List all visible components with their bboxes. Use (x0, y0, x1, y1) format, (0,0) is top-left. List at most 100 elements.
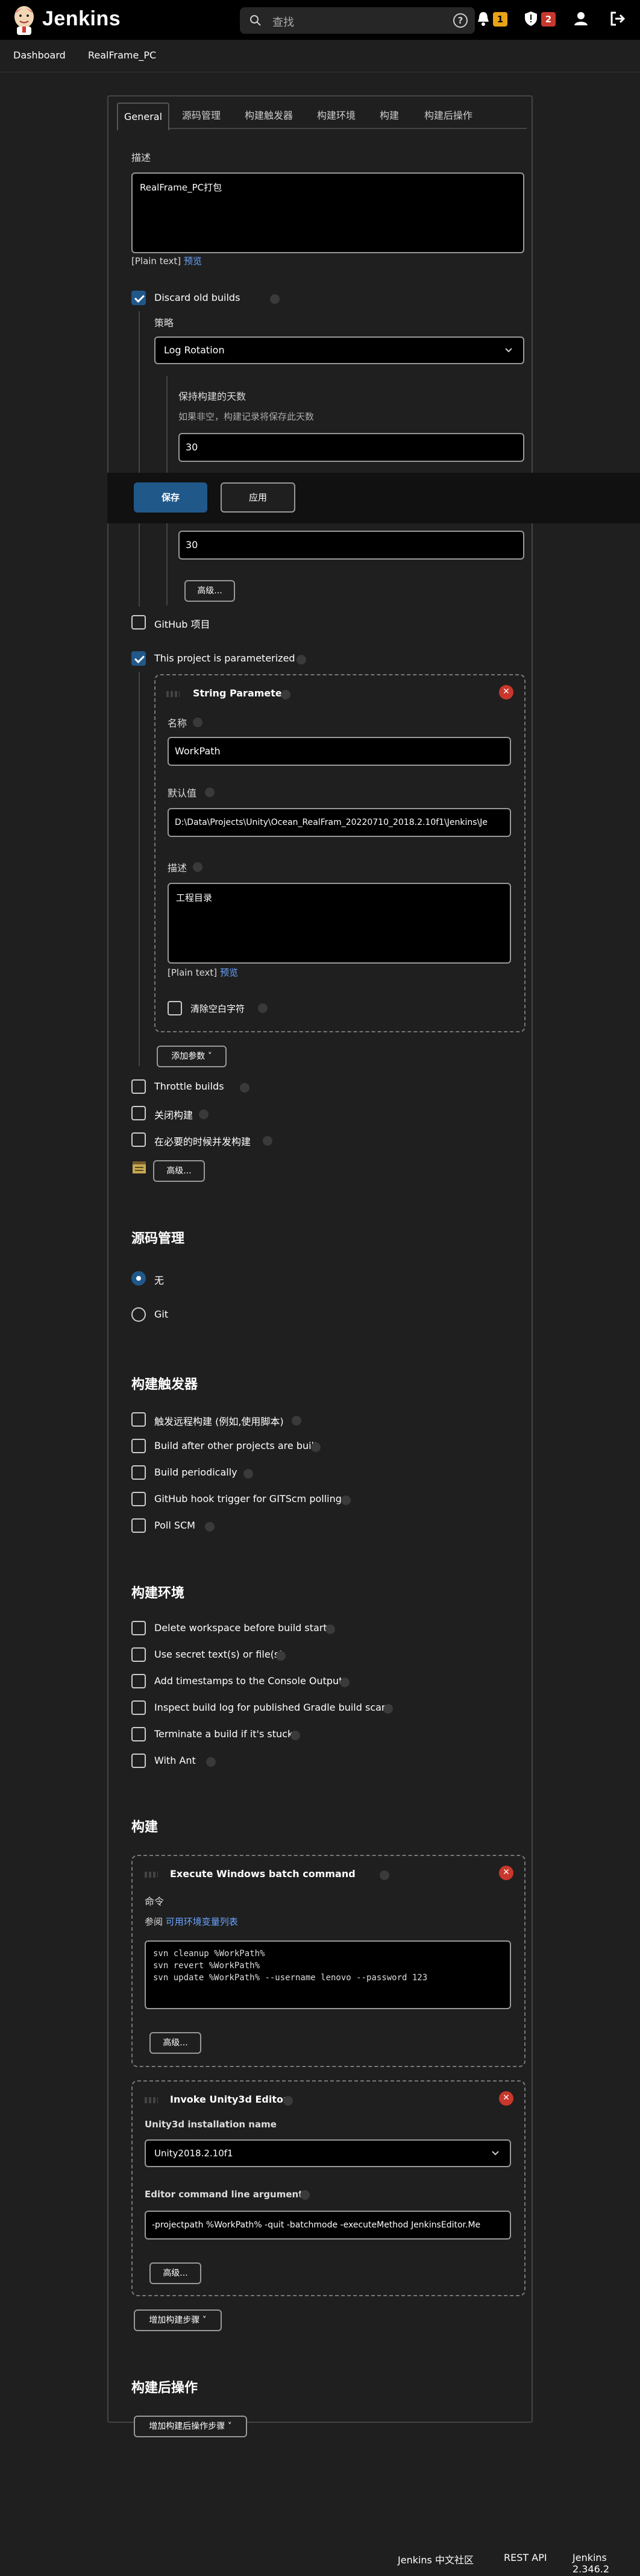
concurrent-build-checkbox[interactable] (131, 1132, 146, 1147)
discard-builds-checkbox[interactable] (131, 291, 146, 305)
batch-command-editor[interactable]: svn cleanup %WorkPath% svn revert %WorkP… (145, 1940, 511, 2009)
search-box[interactable]: 查找 ? (240, 7, 475, 34)
brand-title[interactable]: Jenkins (42, 7, 121, 31)
help-icon[interactable] (243, 1469, 253, 1479)
help-icon[interactable] (281, 690, 290, 699)
strategy-select[interactable]: Log Rotation (154, 336, 524, 364)
help-icon[interactable] (276, 1651, 286, 1661)
help-icon[interactable] (325, 1624, 335, 1634)
env-checkbox[interactable] (131, 1700, 146, 1715)
env-checkbox[interactable] (131, 1754, 146, 1768)
help-icon[interactable] (340, 1678, 350, 1687)
tab-general[interactable]: General (117, 103, 170, 130)
help-icon[interactable] (383, 1704, 393, 1714)
keep-max-builds-input[interactable]: 30 (178, 531, 524, 560)
trigger-checkbox[interactable] (131, 1518, 146, 1533)
scm-git-radio[interactable] (131, 1307, 146, 1322)
trigger-checkbox[interactable] (131, 1439, 146, 1453)
disable-build-checkbox[interactable] (131, 1106, 146, 1120)
param-desc-textarea[interactable]: 工程目录 (168, 883, 511, 964)
add-parameter-button[interactable]: 添加参数 ˅ (157, 1046, 227, 1067)
unity-args-input[interactable]: -projectpath %WorkPath% -quit -batchmode… (145, 2211, 511, 2240)
env-vars-link[interactable]: 可用环境变量列表 (166, 1916, 238, 1927)
help-icon[interactable] (300, 2190, 310, 2200)
drag-handle-icon[interactable] (166, 691, 180, 697)
apply-button[interactable]: 应用 (221, 482, 295, 513)
help-icon[interactable] (263, 1136, 272, 1146)
help-icon[interactable] (199, 1110, 209, 1119)
help-icon[interactable] (206, 1757, 216, 1767)
help-icon[interactable] (296, 655, 306, 665)
advanced-button[interactable]: 高级... (149, 2262, 201, 2284)
github-project-checkbox[interactable] (131, 615, 146, 630)
close-icon[interactable]: ✕ (499, 1866, 513, 1880)
env-checkbox[interactable] (131, 1647, 146, 1662)
help-icon[interactable] (341, 1495, 351, 1505)
keep-days-input[interactable]: 30 (178, 433, 524, 462)
tab-scm[interactable]: 源码管理 (182, 103, 221, 129)
param-name-input[interactable]: WorkPath (168, 737, 511, 766)
scm-none-radio[interactable] (131, 1271, 146, 1286)
breadcrumb-project[interactable]: RealFrame_PC (88, 49, 156, 61)
help-icon[interactable] (380, 1870, 389, 1880)
trigger-checkbox[interactable] (131, 1492, 146, 1506)
help-icon[interactable] (311, 1442, 321, 1452)
help-icon[interactable] (193, 862, 202, 872)
save-button[interactable]: 保存 (134, 482, 207, 513)
jenkins-logo-icon[interactable] (12, 5, 36, 35)
drag-handle-icon[interactable] (145, 1872, 158, 1878)
env-checkbox[interactable] (131, 1621, 146, 1635)
bell-icon[interactable] (476, 11, 491, 27)
trigger-checkbox[interactable] (131, 1412, 146, 1427)
parameterized-checkbox[interactable] (131, 651, 146, 666)
footer-community-link[interactable]: Jenkins 中文社区 (398, 2552, 474, 2566)
footer-version-link[interactable]: Jenkins 2.346.2 (573, 2552, 640, 2575)
drag-handle-icon[interactable] (145, 2097, 158, 2103)
help-icon[interactable] (283, 2096, 293, 2106)
env-checkbox[interactable] (131, 1674, 146, 1688)
help-icon[interactable] (270, 294, 280, 304)
close-icon[interactable]: ✕ (499, 2091, 513, 2106)
tab-triggers[interactable]: 构建触发器 (245, 103, 293, 129)
help-icon[interactable] (292, 1416, 301, 1425)
add-post-build-button[interactable]: 增加构建后操作步骤 ˅ (134, 2416, 247, 2437)
preview-link[interactable]: 预览 (220, 967, 238, 978)
description-textarea[interactable]: RealFrame_PC打包 (131, 172, 524, 253)
advanced-button[interactable]: 高级... (149, 2032, 201, 2054)
footer-rest-api-link[interactable]: REST API (504, 2552, 547, 2563)
tab-post-build[interactable]: 构建后操作 (424, 103, 472, 129)
trigger-remote-label: 触发远程构建 (例如,使用脚本) (154, 1416, 284, 1427)
help-icon[interactable] (205, 1522, 215, 1532)
security-badge[interactable]: 2 (541, 12, 556, 27)
search-placeholder[interactable]: 查找 (272, 14, 294, 30)
help-icon[interactable] (205, 788, 215, 797)
throttle-checkbox[interactable] (131, 1079, 146, 1094)
batch-command-title: Execute Windows batch command (170, 1868, 356, 1880)
user-icon[interactable] (574, 11, 588, 27)
help-icon[interactable] (290, 1731, 300, 1740)
tab-build[interactable]: 构建 (380, 103, 399, 129)
env-checkbox[interactable] (131, 1727, 146, 1741)
description-format: [Plain text] 预览 (131, 254, 202, 267)
preview-link[interactable]: 预览 (184, 256, 202, 267)
param-default-input[interactable]: D:\Data\Projects\Unity\Ocean_RealFram_20… (168, 808, 511, 837)
help-icon[interactable] (258, 1003, 268, 1013)
help-icon[interactable] (193, 718, 202, 727)
tab-environment[interactable]: 构建环境 (317, 103, 356, 129)
notification-badge[interactable]: 1 (493, 12, 507, 27)
help-icon[interactable]: ? (453, 13, 468, 28)
close-icon[interactable]: ✕ (499, 685, 513, 699)
help-icon[interactable] (240, 1083, 249, 1093)
breadcrumb-dashboard[interactable]: Dashboard (13, 49, 66, 61)
add-build-step-button[interactable]: 增加构建步骤 ˅ (134, 2309, 222, 2331)
advanced-button[interactable]: 高级... (184, 580, 235, 602)
batch-env-ref: 参阅 可用环境变量列表 (145, 1915, 238, 1928)
advanced-button[interactable]: 高级... (153, 1160, 205, 1182)
add-parameter-label: 添加参数 (171, 1052, 205, 1061)
unity-install-select[interactable]: Unity2018.2.10f1 (145, 2139, 511, 2167)
logout-icon[interactable] (610, 11, 626, 27)
trigger-checkbox[interactable] (131, 1465, 146, 1480)
trim-checkbox[interactable] (168, 1001, 182, 1015)
shield-icon[interactable] (524, 11, 538, 27)
plain-text-label: [Plain text] (131, 256, 181, 267)
